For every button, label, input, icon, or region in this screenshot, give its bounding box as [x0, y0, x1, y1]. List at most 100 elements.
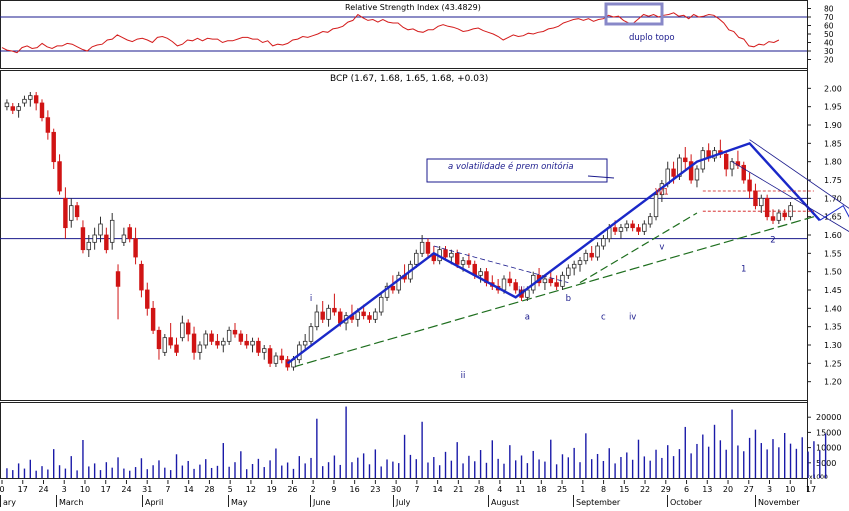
date-tick-label: 7 — [165, 485, 170, 494]
candle-body — [577, 260, 583, 265]
date-tick-label: 10 — [785, 485, 795, 494]
candle-body — [460, 260, 466, 265]
candle-body — [10, 106, 15, 111]
volume-panel: 5000100001500020000x1000 — [6, 406, 841, 481]
candle-body — [314, 311, 320, 328]
price-tick-label: 1.30 — [824, 341, 842, 350]
price-tick-label: 1.40 — [824, 304, 842, 313]
candle-body — [320, 311, 325, 320]
date-tick-label: 11 — [515, 485, 525, 494]
candle-body — [583, 252, 589, 262]
date-tick-label: 18 — [536, 485, 546, 494]
candle-body — [302, 340, 308, 346]
date-tick-label: 10 — [80, 485, 90, 494]
candle-body — [753, 190, 758, 207]
price-tick-label: 1.50 — [824, 268, 842, 277]
candle-body — [197, 344, 203, 353]
candle-body — [355, 311, 361, 320]
wave-label: W1 — [655, 188, 669, 198]
candle-body — [759, 197, 764, 207]
date-tick-label: 17 — [101, 485, 111, 494]
candle-body — [601, 238, 606, 247]
candle-body — [256, 340, 261, 353]
candle-body — [127, 227, 132, 240]
month-label: September — [576, 498, 621, 507]
candle-body — [57, 161, 62, 192]
candle-body — [390, 285, 396, 291]
wave-label: ii — [461, 371, 466, 381]
candle-body — [630, 223, 635, 229]
wave-label: v — [659, 243, 664, 253]
candle-body — [51, 131, 56, 163]
candle-body — [150, 307, 156, 331]
date-tick-label: 20 — [723, 485, 733, 494]
month-label: ary — [3, 498, 16, 507]
month-label: March — [59, 498, 83, 507]
candle-body — [226, 329, 232, 342]
candle-body — [215, 340, 220, 346]
wave-label: 1 — [741, 265, 746, 275]
candle-body — [466, 260, 472, 265]
candle-body — [185, 322, 191, 335]
volume-tick-label: 20000 — [816, 413, 841, 422]
chart-canvas: Relative Strength Index (43.4829)2030405… — [0, 0, 849, 507]
candle-body — [367, 315, 372, 320]
candle-body — [723, 153, 729, 170]
price-tick-label: 1.55 — [824, 249, 842, 258]
wave-label: b — [566, 294, 571, 304]
wave-label: a — [525, 312, 530, 322]
candle-body — [671, 168, 676, 177]
price-tick-label: 1.95 — [824, 103, 842, 112]
rsi-panel: Relative Strength Index (43.4829) 2030405… — [0, 2, 834, 65]
price-tick-label: 1.45 — [824, 286, 842, 295]
month-label: June — [312, 498, 331, 507]
candle-body — [542, 278, 548, 284]
candle-body — [191, 333, 197, 353]
candle-body — [513, 282, 518, 291]
wave-label: c — [601, 312, 606, 322]
candle-body — [443, 249, 448, 258]
wave-label: iii — [518, 287, 525, 297]
candle-body — [98, 223, 103, 236]
candle-body — [221, 340, 226, 346]
candle-body — [63, 197, 68, 229]
candle-body — [308, 326, 314, 342]
candle-body — [232, 329, 238, 335]
date-tick-label: 3 — [62, 485, 67, 494]
price-tick-label: 1.80 — [824, 158, 842, 167]
date-tick-label: 28 — [474, 485, 484, 494]
callout-pointer — [587, 175, 615, 179]
price-tick-label: 1.90 — [824, 121, 842, 130]
candle-body — [764, 197, 770, 218]
candle-body — [326, 307, 331, 320]
price-tick-label: 1.25 — [824, 359, 842, 368]
date-tick-label: 4 — [497, 485, 502, 494]
candle-body — [209, 333, 214, 342]
candle-body — [501, 278, 507, 291]
month-label: May — [231, 498, 248, 507]
rsi-tick-label: 80 — [824, 5, 834, 14]
date-tick-label: 3 — [767, 485, 772, 494]
candle-body — [168, 337, 173, 346]
date-axis: 0 17 24 3 10 17 24 31 7 14 28 5 12 19 26 2 9 16 23 30 7 14 21 2… — [0, 480, 816, 507]
date-tick-label: 12 — [246, 485, 256, 494]
candle-body — [571, 263, 577, 269]
panel-frame-2 — [0, 70, 808, 401]
candle-body — [133, 238, 138, 258]
price-tick-label: 1.35 — [824, 323, 842, 332]
candle-body — [39, 102, 45, 119]
price-panel: BCP (1.67, 1.68, 1.65, 1.68, +0.03) 1.20 1… — [0, 74, 849, 387]
rsi-tick-label: 30 — [824, 47, 834, 56]
candle-body — [361, 311, 366, 317]
date-tick-label: 22 — [640, 485, 650, 494]
trend-line-long — [293, 216, 815, 368]
duplo-topo-label: duplo topo — [629, 33, 675, 43]
date-tick-label: 17 — [806, 485, 816, 494]
candle-body — [115, 271, 121, 287]
date-tick-label: 0 — [0, 485, 5, 494]
date-tick-label: 27 — [744, 485, 754, 494]
candle-body — [104, 234, 109, 251]
date-tick-label: 16 — [350, 485, 360, 494]
candle-body — [262, 348, 267, 353]
candle-body — [279, 355, 284, 361]
